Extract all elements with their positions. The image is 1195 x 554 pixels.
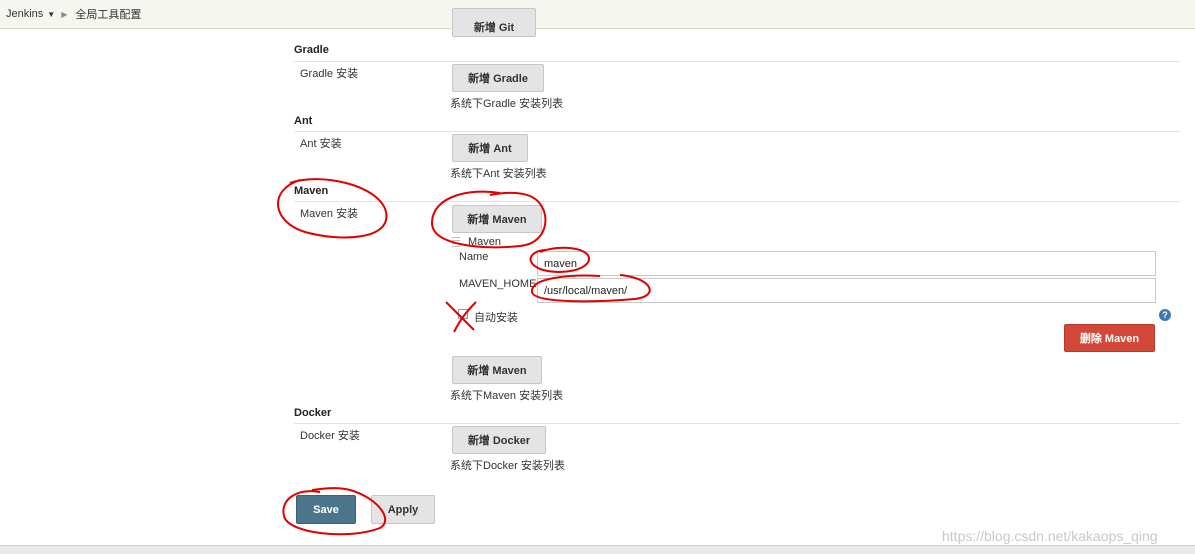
ant-install-label: Ant 安装	[300, 138, 342, 150]
gradle-install-label: Gradle 安装	[300, 68, 359, 80]
maven-home-input[interactable]	[537, 278, 1156, 303]
ant-section-title: Ant	[294, 115, 313, 127]
maven-name-input[interactable]	[537, 251, 1156, 276]
apply-button[interactable]: Apply	[371, 495, 435, 524]
maven-section-title: Maven	[294, 185, 329, 197]
annotation-overlay	[277, 178, 651, 536]
breadcrumb-current[interactable]: 全局工具配置	[75, 6, 141, 22]
gradle-section-title: Gradle	[294, 44, 329, 56]
drag-handle-icon[interactable]	[452, 237, 460, 247]
watermark: https://blog.csdn.net/kakaops_qing	[942, 528, 1158, 544]
divider	[294, 423, 1180, 424]
maven-home-label: MAVEN_HOME	[459, 278, 537, 290]
maven-name-label: Name	[459, 251, 489, 263]
gradle-hint: 系统下Gradle 安装列表	[450, 98, 564, 110]
docker-install-label: Docker 安装	[300, 430, 360, 442]
docker-section-title: Docker	[294, 407, 332, 419]
maven-install-label: Maven 安装	[300, 208, 359, 220]
maven-hint: 系统下Maven 安装列表	[450, 390, 564, 402]
maven-entry-title: Maven	[468, 236, 502, 248]
add-docker-button[interactable]: 新增 Docker	[452, 426, 546, 454]
divider	[294, 131, 1180, 132]
breadcrumb: Jenkins ▼ ▶ 全局工具配置	[0, 0, 1195, 29]
help-icon[interactable]: ?	[1159, 309, 1171, 321]
auto-install-label: 自动安装	[474, 312, 518, 324]
auto-install-checkbox[interactable]	[458, 309, 468, 319]
divider	[294, 201, 1180, 202]
add-maven-button-bottom[interactable]: 新增 Maven	[452, 356, 542, 384]
bottom-bar	[0, 545, 1195, 554]
add-maven-button[interactable]: 新增 Maven	[452, 205, 542, 233]
save-button[interactable]: Save	[296, 495, 356, 524]
docker-hint: 系统下Docker 安装列表	[450, 460, 565, 472]
add-git-button[interactable]: 新增 Git	[452, 8, 536, 37]
ant-hint: 系统下Ant 安装列表	[450, 168, 547, 180]
chevron-down-icon[interactable]: ▼	[47, 10, 55, 19]
chevron-right-icon: ▶	[61, 9, 68, 19]
delete-maven-button[interactable]: 删除 Maven	[1064, 324, 1155, 352]
breadcrumb-jenkins[interactable]: Jenkins	[6, 8, 43, 20]
divider	[294, 61, 1180, 62]
add-gradle-button[interactable]: 新增 Gradle	[452, 64, 544, 92]
add-ant-button[interactable]: 新增 Ant	[452, 134, 528, 162]
